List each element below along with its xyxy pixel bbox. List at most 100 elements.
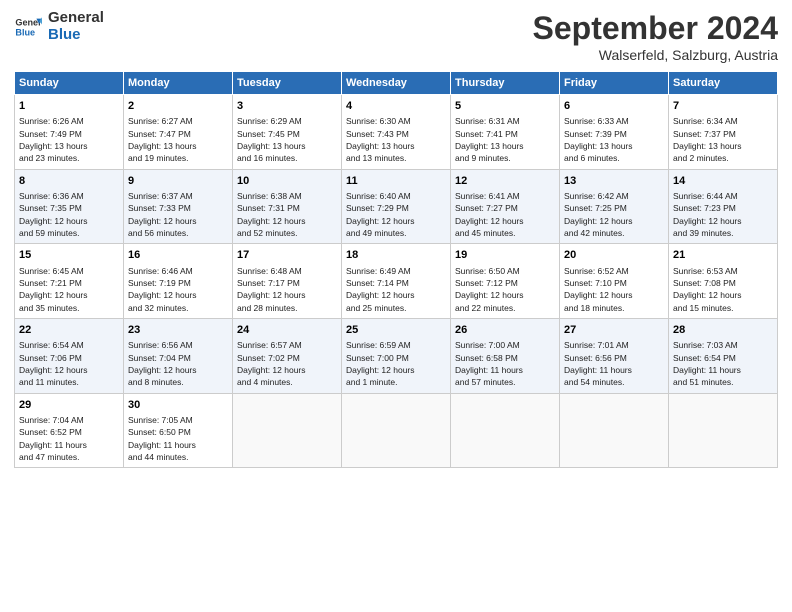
calendar-cell: 7Sunrise: 6:34 AM Sunset: 7:37 PM Daylig… (669, 95, 778, 170)
day-info: Sunrise: 6:50 AM Sunset: 7:12 PM Dayligh… (455, 265, 555, 314)
calendar-cell (233, 393, 342, 468)
week-row-4: 22Sunrise: 6:54 AM Sunset: 7:06 PM Dayli… (15, 318, 778, 393)
day-number: 26 (455, 323, 555, 338)
calendar-cell: 28Sunrise: 7:03 AM Sunset: 6:54 PM Dayli… (669, 318, 778, 393)
day-number: 25 (346, 323, 446, 338)
day-info: Sunrise: 6:29 AM Sunset: 7:45 PM Dayligh… (237, 115, 337, 164)
calendar-header: SundayMondayTuesdayWednesdayThursdayFrid… (15, 72, 778, 95)
calendar-cell (451, 393, 560, 468)
month-title: September 2024 (533, 10, 778, 47)
day-info: Sunrise: 7:05 AM Sunset: 6:50 PM Dayligh… (128, 414, 228, 463)
calendar-cell: 27Sunrise: 7:01 AM Sunset: 6:56 PM Dayli… (560, 318, 669, 393)
col-header-monday: Monday (124, 72, 233, 95)
day-number: 20 (564, 248, 664, 263)
calendar-cell: 6Sunrise: 6:33 AM Sunset: 7:39 PM Daylig… (560, 95, 669, 170)
calendar-cell: 10Sunrise: 6:38 AM Sunset: 7:31 PM Dayli… (233, 169, 342, 244)
header: General Blue General Blue September 2024… (14, 10, 778, 63)
day-number: 19 (455, 248, 555, 263)
day-info: Sunrise: 6:27 AM Sunset: 7:47 PM Dayligh… (128, 115, 228, 164)
day-info: Sunrise: 6:56 AM Sunset: 7:04 PM Dayligh… (128, 339, 228, 388)
calendar-cell: 8Sunrise: 6:36 AM Sunset: 7:35 PM Daylig… (15, 169, 124, 244)
day-number: 5 (455, 99, 555, 114)
day-number: 1 (19, 99, 119, 114)
day-info: Sunrise: 6:37 AM Sunset: 7:33 PM Dayligh… (128, 190, 228, 239)
col-header-saturday: Saturday (669, 72, 778, 95)
calendar-cell: 21Sunrise: 6:53 AM Sunset: 7:08 PM Dayli… (669, 244, 778, 319)
col-header-wednesday: Wednesday (342, 72, 451, 95)
calendar-cell: 5Sunrise: 6:31 AM Sunset: 7:41 PM Daylig… (451, 95, 560, 170)
day-info: Sunrise: 6:36 AM Sunset: 7:35 PM Dayligh… (19, 190, 119, 239)
day-info: Sunrise: 6:38 AM Sunset: 7:31 PM Dayligh… (237, 190, 337, 239)
calendar-cell: 26Sunrise: 7:00 AM Sunset: 6:58 PM Dayli… (451, 318, 560, 393)
calendar-cell: 12Sunrise: 6:41 AM Sunset: 7:27 PM Dayli… (451, 169, 560, 244)
day-info: Sunrise: 7:04 AM Sunset: 6:52 PM Dayligh… (19, 414, 119, 463)
calendar-cell (560, 393, 669, 468)
calendar-cell: 23Sunrise: 6:56 AM Sunset: 7:04 PM Dayli… (124, 318, 233, 393)
day-number: 17 (237, 248, 337, 263)
calendar-cell: 18 Sunrise: 6:49 AM Sunset: 7:14 PM Dayli… (342, 244, 451, 319)
day-number: 7 (673, 99, 773, 114)
svg-text:Blue: Blue (15, 27, 35, 37)
day-number: 8 (19, 174, 119, 189)
day-info: Sunrise: 6:54 AM Sunset: 7:06 PM Dayligh… (19, 339, 119, 388)
logo: General Blue General Blue (14, 10, 104, 43)
day-info: Sunrise: 6:59 AM Sunset: 7:00 PM Dayligh… (346, 339, 446, 388)
day-info: Sunrise: 6:34 AM Sunset: 7:37 PM Dayligh… (673, 115, 773, 164)
calendar-cell: 24Sunrise: 6:57 AM Sunset: 7:02 PM Dayli… (233, 318, 342, 393)
day-number: 23 (128, 323, 228, 338)
week-row-5: 29Sunrise: 7:04 AM Sunset: 6:52 PM Dayli… (15, 393, 778, 468)
day-info: Sunrise: 6:49 AM Sunset: 7:14 PM Dayligh… (346, 265, 446, 314)
calendar-cell: 11Sunrise: 6:40 AM Sunset: 7:29 PM Dayli… (342, 169, 451, 244)
calendar-cell: 16 Sunrise: 6:46 AM Sunset: 7:19 PM Dayli… (124, 244, 233, 319)
day-info: Sunrise: 6:41 AM Sunset: 7:27 PM Dayligh… (455, 190, 555, 239)
calendar-cell: 4Sunrise: 6:30 AM Sunset: 7:43 PM Daylig… (342, 95, 451, 170)
day-number: 24 (237, 323, 337, 338)
day-number: 27 (564, 323, 664, 338)
calendar-cell: 22Sunrise: 6:54 AM Sunset: 7:06 PM Dayli… (15, 318, 124, 393)
day-info: Sunrise: 6:57 AM Sunset: 7:02 PM Dayligh… (237, 339, 337, 388)
calendar-page: General Blue General Blue September 2024… (0, 0, 792, 612)
day-number: 2 (128, 99, 228, 114)
day-info: Sunrise: 6:45 AM Sunset: 7:21 PM Dayligh… (19, 265, 119, 314)
day-number: 3 (237, 99, 337, 114)
calendar-cell: 17Sunrise: 6:48 AM Sunset: 7:17 PM Dayli… (233, 244, 342, 319)
calendar-cell: 19 Sunrise: 6:50 AM Sunset: 7:12 PM Dayli… (451, 244, 560, 319)
calendar-cell (669, 393, 778, 468)
location-subtitle: Walserfeld, Salzburg, Austria (533, 47, 778, 63)
day-number: 10 (237, 174, 337, 189)
day-info: Sunrise: 7:01 AM Sunset: 6:56 PM Dayligh… (564, 339, 664, 388)
day-number: 4 (346, 99, 446, 114)
day-number: 11 (346, 174, 446, 189)
day-number: 12 (455, 174, 555, 189)
day-number: 29 (19, 398, 119, 413)
calendar-cell (342, 393, 451, 468)
day-info: Sunrise: 6:53 AM Sunset: 7:08 PM Dayligh… (673, 265, 773, 314)
day-info: Sunrise: 6:33 AM Sunset: 7:39 PM Dayligh… (564, 115, 664, 164)
calendar-cell: 15 Sunrise: 6:45 AM Sunset: 7:21 PM Dayli… (15, 244, 124, 319)
logo-text-blue: Blue (48, 27, 104, 44)
week-row-3: 15 Sunrise: 6:45 AM Sunset: 7:21 PM Dayli… (15, 244, 778, 319)
day-number: 6 (564, 99, 664, 114)
calendar-cell: 30Sunrise: 7:05 AM Sunset: 6:50 PM Dayli… (124, 393, 233, 468)
day-number: 28 (673, 323, 773, 338)
day-number: 22 (19, 323, 119, 338)
week-row-2: 8Sunrise: 6:36 AM Sunset: 7:35 PM Daylig… (15, 169, 778, 244)
calendar-cell: 29Sunrise: 7:04 AM Sunset: 6:52 PM Dayli… (15, 393, 124, 468)
col-header-tuesday: Tuesday (233, 72, 342, 95)
day-number: 13 (564, 174, 664, 189)
calendar-cell: 13Sunrise: 6:42 AM Sunset: 7:25 PM Dayli… (560, 169, 669, 244)
calendar-cell: 20 Sunrise: 6:52 AM Sunset: 7:10 PM Dayli… (560, 244, 669, 319)
day-number: 9 (128, 174, 228, 189)
col-header-sunday: Sunday (15, 72, 124, 95)
day-number: 14 (673, 174, 773, 189)
day-info: Sunrise: 6:52 AM Sunset: 7:10 PM Dayligh… (564, 265, 664, 314)
day-info: Sunrise: 6:46 AM Sunset: 7:19 PM Dayligh… (128, 265, 228, 314)
day-number: 16 (128, 248, 228, 263)
calendar-cell: 9Sunrise: 6:37 AM Sunset: 7:33 PM Daylig… (124, 169, 233, 244)
day-number: 15 (19, 248, 119, 263)
day-info: Sunrise: 6:26 AM Sunset: 7:49 PM Dayligh… (19, 115, 119, 164)
day-number: 18 (346, 248, 446, 263)
calendar-cell: 1Sunrise: 6:26 AM Sunset: 7:49 PM Daylig… (15, 95, 124, 170)
day-info: Sunrise: 7:00 AM Sunset: 6:58 PM Dayligh… (455, 339, 555, 388)
calendar-cell: 3Sunrise: 6:29 AM Sunset: 7:45 PM Daylig… (233, 95, 342, 170)
